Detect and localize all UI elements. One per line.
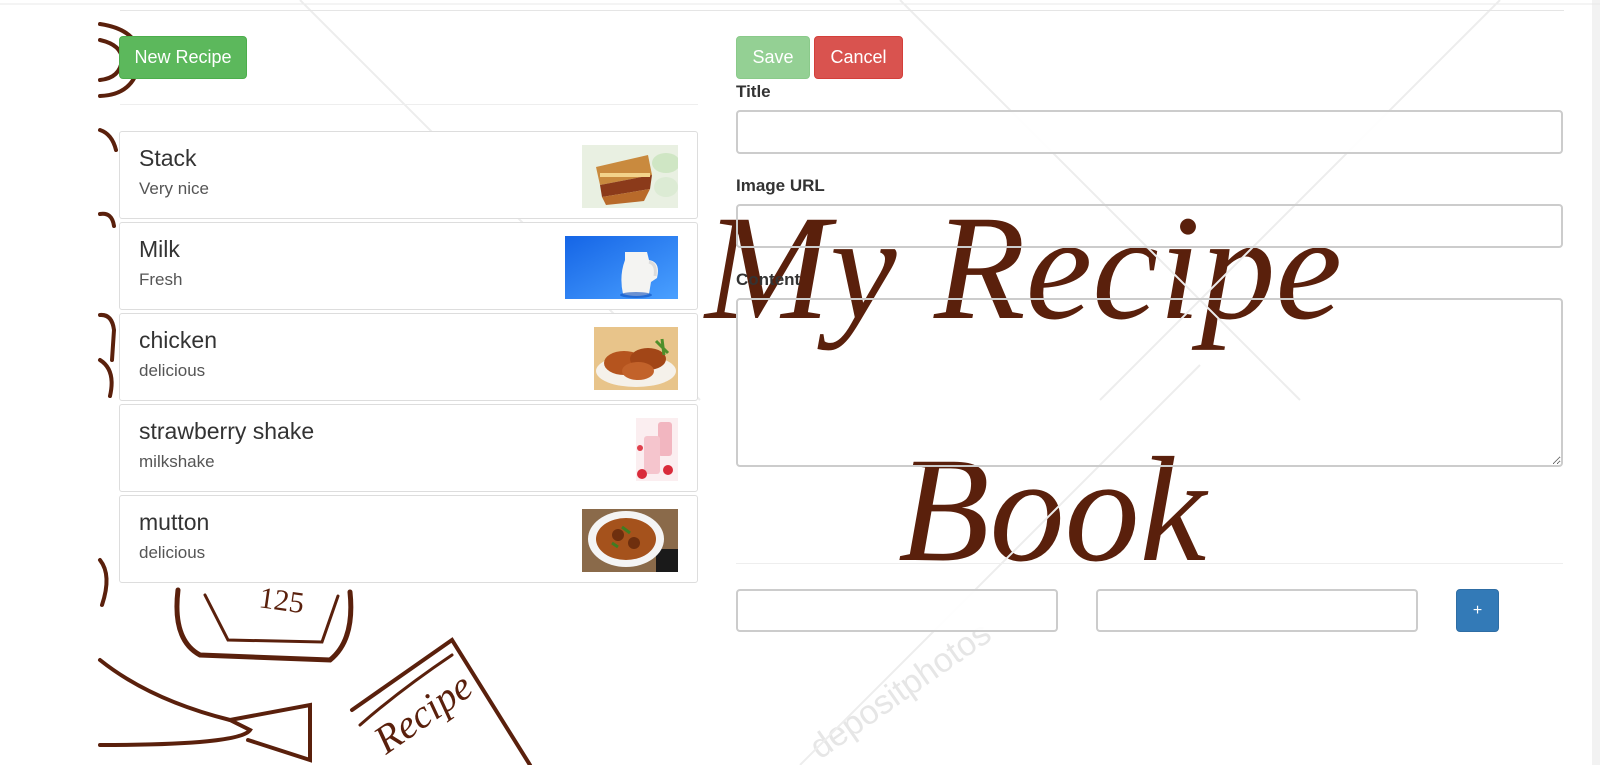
ingredient-name-input[interactable] <box>736 589 1058 632</box>
content-label: Content <box>736 270 801 289</box>
recipe-item-strawberry-shake[interactable]: strawberry shake milkshake <box>119 404 698 492</box>
recipe-description: milkshake <box>139 452 215 471</box>
recipe-item-mutton[interactable]: mutton delicious <box>119 495 698 583</box>
mutton-curry-image <box>582 509 678 572</box>
recipe-title: mutton <box>139 509 210 535</box>
left-divider <box>120 104 698 105</box>
roast-chicken-image <box>594 327 678 390</box>
recipe-description: Fresh <box>139 270 183 289</box>
timer-text: 125 <box>257 581 306 620</box>
new-recipe-button[interactable]: New Recipe <box>119 36 247 79</box>
lasagna-image <box>582 145 678 208</box>
watermark-text: depositphotos <box>803 614 998 765</box>
title-input[interactable] <box>736 110 1563 154</box>
image-url-input[interactable] <box>736 204 1563 248</box>
content-textarea[interactable] <box>736 298 1563 467</box>
recipe-description: delicious <box>139 361 206 380</box>
image-url-label: Image URL <box>736 176 825 195</box>
recipe-title: Stack <box>139 145 197 171</box>
ingredient-amount-input[interactable] <box>1096 589 1418 632</box>
recipe-title: Milk <box>139 236 180 262</box>
form-divider <box>736 563 1563 564</box>
save-button[interactable]: Save <box>736 36 810 79</box>
recipe-title: strawberry shake <box>139 418 315 444</box>
milk-jug-image <box>565 236 678 299</box>
recipe-title: chicken <box>139 327 217 353</box>
recipe-list: Stack Very nice Milk Fresh chicken delic… <box>119 131 698 586</box>
top-divider <box>120 10 1564 11</box>
recipe-item-chicken[interactable]: chicken delicious <box>119 313 698 401</box>
recipe-card-text: Recipe <box>365 663 481 763</box>
cancel-button[interactable]: Cancel <box>814 36 903 79</box>
recipe-item-milk[interactable]: Milk Fresh <box>119 222 698 310</box>
recipe-item-stack[interactable]: Stack Very nice <box>119 131 698 219</box>
strawberry-shake-image <box>636 418 678 481</box>
add-ingredient-button[interactable]: + <box>1456 589 1499 632</box>
recipe-description: delicious <box>139 543 206 562</box>
recipe-description: Very nice <box>139 179 209 198</box>
title-label: Title <box>736 82 771 101</box>
